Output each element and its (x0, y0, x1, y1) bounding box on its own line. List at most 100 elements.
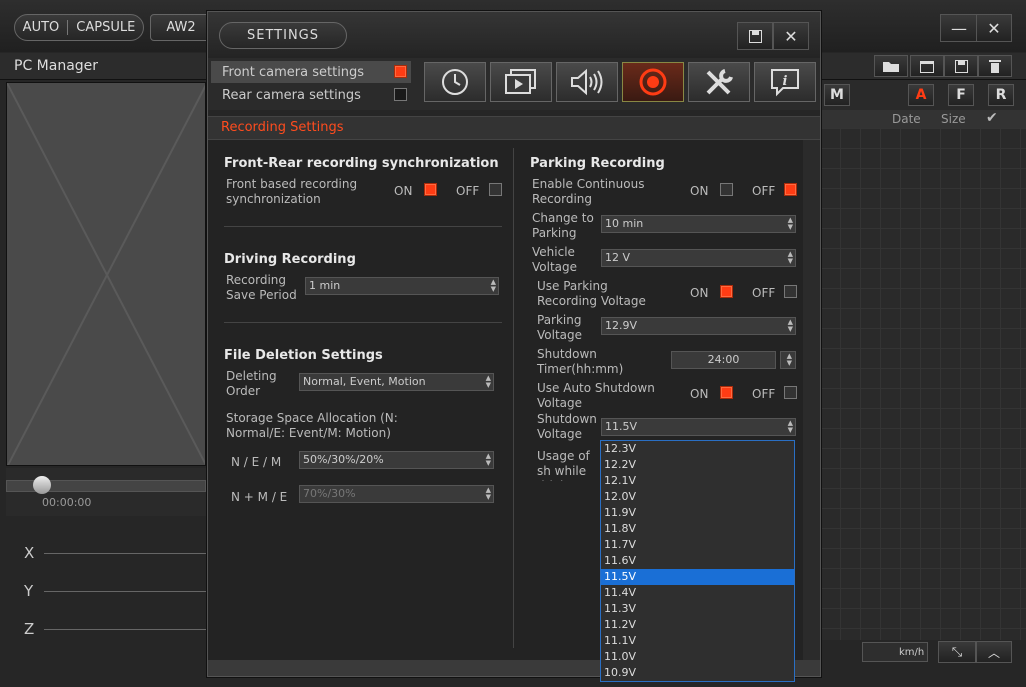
vehicle-voltage-spinner[interactable]: 12 V ▲ ▼ (601, 249, 796, 267)
tab-rear-camera[interactable]: Rear camera settings (211, 84, 411, 106)
aw2-button[interactable]: AW2 (150, 14, 212, 41)
dropdown-option[interactable]: 11.4V (601, 585, 794, 601)
spinner-arrows-icon[interactable]: ▲ ▼ (486, 453, 491, 467)
dropdown-option[interactable]: 12.2V (601, 457, 794, 473)
divider (224, 226, 502, 227)
z-axis-line (44, 629, 206, 630)
deleting-order-label: Deleting Order (226, 369, 277, 398)
continuous-on-label: ON (690, 184, 709, 198)
auto-shutdown-label: Use Auto Shutdown Voltage (537, 381, 655, 410)
dropdown-option[interactable]: 10.9V (601, 665, 794, 681)
parking-voltage-on-checkbox[interactable] (720, 285, 733, 298)
dropdown-option-selected[interactable]: 11.5V (601, 569, 794, 585)
file-list[interactable] (820, 128, 1026, 640)
file-list-header: Date Size ✔ (820, 110, 1026, 128)
info-icon[interactable]: i (754, 62, 816, 102)
tools-icon[interactable] (688, 62, 750, 102)
spinner-arrows-icon[interactable]: ▲ ▼ (491, 279, 496, 293)
auto-shutdown-off-label: OFF (752, 387, 776, 401)
parking-voltage-off-checkbox[interactable] (784, 285, 797, 298)
folder-icon[interactable] (874, 55, 908, 77)
change-parking-spinner[interactable]: 10 min ▲ ▼ (601, 215, 796, 233)
sync-on-checkbox[interactable] (424, 183, 437, 196)
gsensor-graph: X Y Z (0, 520, 206, 687)
settings-scrollbar[interactable] (803, 140, 820, 660)
fullscreen-icon[interactable]: ⤡ (938, 641, 976, 663)
check-all-icon[interactable]: ✔ (986, 110, 998, 126)
rear-camera-indicator (394, 88, 407, 101)
dropdown-option[interactable]: 11.2V (601, 617, 794, 633)
chevron-up-icon[interactable]: ︿ (976, 641, 1012, 663)
parking-voltage-label: Parking Voltage (537, 313, 583, 342)
dropdown-option[interactable]: 11.7V (601, 537, 794, 553)
change-parking-label: Change to Parking (532, 211, 594, 240)
svg-text:i: i (783, 74, 788, 89)
spinner-arrows-icon[interactable]: ▲ ▼ (788, 251, 793, 265)
calendar-icon[interactable] (910, 55, 944, 77)
y-axis-label: Y (24, 582, 34, 600)
filter-r-button[interactable]: R (988, 84, 1014, 106)
clock-icon[interactable] (424, 62, 486, 102)
spinner-arrows-icon[interactable]: ▲ ▼ (486, 375, 491, 389)
save-period-spinner[interactable]: 1 min ▲ ▼ (305, 277, 499, 295)
speaker-icon[interactable] (556, 62, 618, 102)
dropdown-option[interactable]: 12.0V (601, 489, 794, 505)
playback-icon[interactable] (490, 62, 552, 102)
dropdown-option[interactable]: 11.9V (601, 505, 794, 521)
save-icon[interactable] (944, 55, 978, 77)
capsule-label[interactable]: CAPSULE (68, 20, 135, 35)
sync-off-checkbox[interactable] (489, 183, 502, 196)
close-button[interactable]: ✕ (976, 14, 1012, 42)
dropdown-option[interactable]: 12.3V (601, 441, 794, 457)
shutdown-timer-stepper[interactable]: ▲ ▼ (780, 351, 796, 369)
dropdown-option[interactable]: 11.1V (601, 633, 794, 649)
deleting-order-spinner[interactable]: Normal, Event, Motion ▲ ▼ (299, 373, 494, 391)
auto-shutdown-on-checkbox[interactable] (720, 386, 733, 399)
file-list-panel: M A F R Date Size ✔ (820, 80, 1026, 640)
nme-spinner: 70%/30% ▲ ▼ (299, 485, 494, 503)
dropdown-option[interactable]: 11.0V (601, 649, 794, 665)
filter-m-button[interactable]: M (824, 84, 850, 106)
video-view (6, 82, 206, 466)
seek-handle[interactable] (33, 476, 51, 494)
vehicle-voltage-value: 12 V (605, 251, 631, 264)
save-period-value: 1 min (309, 279, 341, 292)
dropdown-option[interactable]: 11.3V (601, 601, 794, 617)
auto-shutdown-off-checkbox[interactable] (784, 386, 797, 399)
pc-manager-title: PC Manager (14, 58, 99, 74)
spinner-arrows-icon[interactable]: ▲ ▼ (788, 217, 793, 231)
filter-f-button[interactable]: F (948, 84, 974, 106)
spinner-arrows-icon[interactable]: ▲ ▼ (787, 353, 792, 367)
close-settings-icon[interactable]: ✕ (773, 22, 809, 50)
y-axis-line (44, 591, 206, 592)
dropdown-option[interactable]: 11.6V (601, 553, 794, 569)
trash-icon[interactable] (978, 55, 1012, 77)
x-axis-label: X (24, 544, 35, 562)
size-column[interactable]: Size (941, 112, 966, 126)
spinner-arrows-icon[interactable]: ▲ ▼ (788, 420, 793, 434)
continuous-off-checkbox[interactable] (784, 183, 797, 196)
tab-front-camera[interactable]: Front camera settings (211, 61, 411, 83)
parking-voltage-spinner[interactable]: 12.9V ▲ ▼ (601, 317, 796, 335)
date-column[interactable]: Date (892, 112, 921, 126)
z-axis-label: Z (24, 620, 35, 638)
dropdown-option[interactable]: 12.1V (601, 473, 794, 489)
dropdown-option[interactable]: 11.8V (601, 521, 794, 537)
deleting-order-value: Normal, Event, Motion (303, 375, 426, 388)
record-icon[interactable] (622, 62, 684, 102)
shutdown-voltage-spinner[interactable]: 11.5V ▲ ▼ (601, 418, 796, 436)
shutdown-timer-field[interactable]: 24:00 (671, 351, 776, 369)
nem-spinner[interactable]: 50%/30%/20% ▲ ▼ (299, 451, 494, 469)
save-settings-icon[interactable] (737, 22, 773, 50)
spinner-arrows-icon: ▲ ▼ (485, 486, 491, 501)
shutdown-timer-label: Shutdown Timer(hh:mm) (537, 347, 624, 376)
continuous-on-checkbox[interactable] (720, 183, 733, 196)
settings-tabs: Front camera settings Rear camera settin… (208, 58, 820, 110)
mode-switch[interactable]: AUTO CAPSULE (14, 14, 144, 41)
auto-label[interactable]: AUTO (23, 20, 69, 35)
spinner-arrows-icon[interactable]: ▲ ▼ (788, 319, 793, 333)
filter-a-button[interactable]: A (908, 84, 934, 106)
minimize-button[interactable]: — (940, 14, 978, 42)
shutdown-voltage-dropdown[interactable]: 12.3V 12.2V 12.1V 12.0V 11.9V 11.8V 11.7… (600, 440, 795, 682)
parking-voltage-value: 12.9V (605, 319, 638, 332)
